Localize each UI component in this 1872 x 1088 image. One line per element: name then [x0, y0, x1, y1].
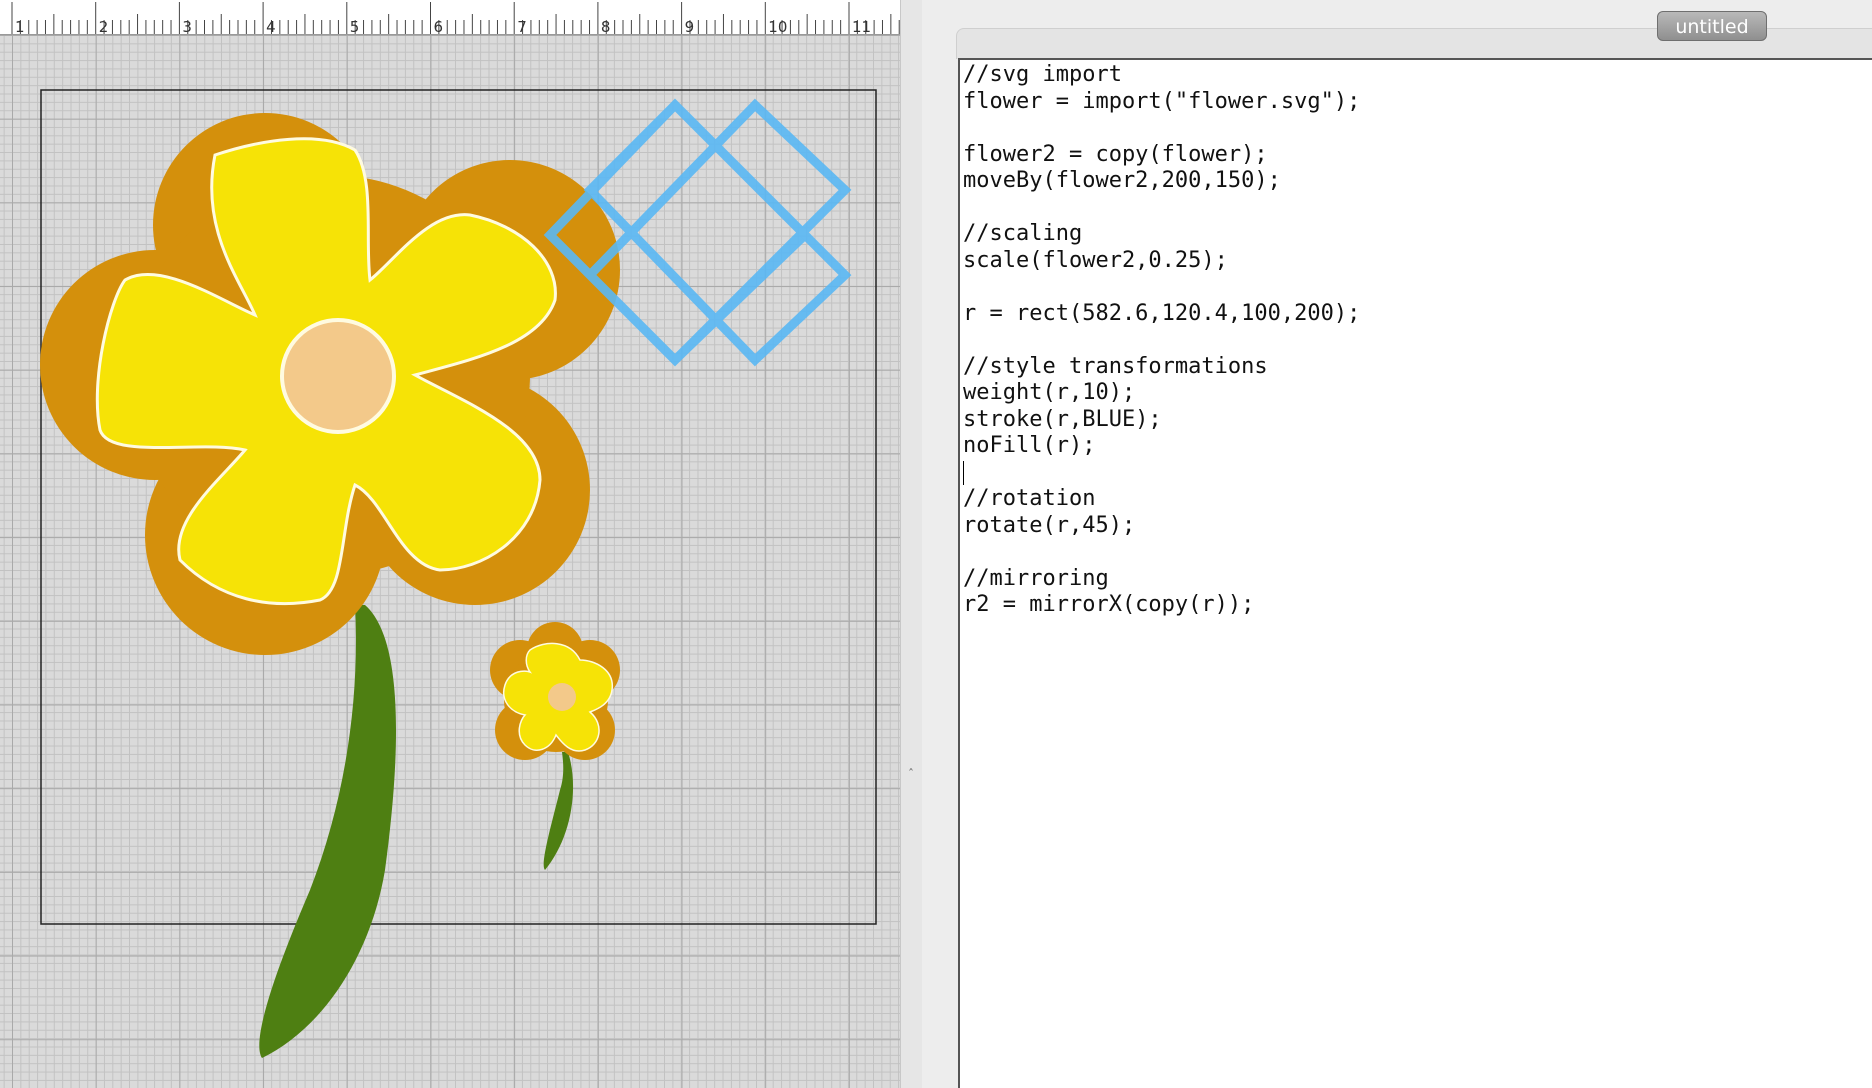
- ruler-label: 9: [685, 18, 695, 34]
- code-line[interactable]: //scaling: [963, 221, 1872, 248]
- ruler-label: 5: [350, 18, 360, 34]
- flower[interactable]: [40, 113, 620, 655]
- code-line[interactable]: [963, 274, 1872, 301]
- flower2-center: [548, 683, 576, 711]
- code-line[interactable]: rotate(r,45);: [963, 513, 1872, 540]
- rect-r2-mirror[interactable]: [583, 98, 852, 367]
- flower-stem[interactable]: [259, 605, 397, 1058]
- code-line[interactable]: flower2 = copy(flower);: [963, 142, 1872, 169]
- code-line[interactable]: noFill(r);: [963, 433, 1872, 460]
- code-line[interactable]: [963, 327, 1872, 354]
- artwork[interactable]: [0, 35, 900, 1088]
- code-line[interactable]: stroke(r,BLUE);: [963, 407, 1872, 434]
- code-line[interactable]: weight(r,10);: [963, 380, 1872, 407]
- code-line[interactable]: moveBy(flower2,200,150);: [963, 168, 1872, 195]
- split-divider[interactable]: ˆ ˆ: [900, 0, 935, 1088]
- code-line[interactable]: //style transformations: [963, 354, 1872, 381]
- collapse-left-handle-icon[interactable]: ˆ: [908, 768, 916, 780]
- canvas-pane[interactable]: 1 2 3 4 5 6 7 8 9 10 11: [0, 0, 900, 1088]
- ruler-label: 8: [601, 18, 611, 34]
- flower2-stem[interactable]: [543, 752, 574, 870]
- ruler-ticks: 1 2 3 4 5 6 7 8 9 10 11: [11, 2, 900, 34]
- code-line[interactable]: r2 = mirrorX(copy(r));: [963, 592, 1872, 619]
- code-line[interactable]: [963, 460, 1872, 487]
- editor-pane: untitled //svg import flower = import("fl…: [922, 0, 1872, 1088]
- code-line[interactable]: //mirroring: [963, 566, 1872, 593]
- code-line[interactable]: //rotation: [963, 486, 1872, 513]
- code-line[interactable]: //svg import: [963, 62, 1872, 89]
- code-line[interactable]: [963, 115, 1872, 142]
- ruler-label: 6: [434, 18, 444, 34]
- code-lines[interactable]: //svg import flower = import("flower.svg"…: [963, 62, 1872, 619]
- ruler-label: 7: [517, 18, 527, 34]
- horizontal-ruler: 1 2 3 4 5 6 7 8 9 10 11: [0, 0, 900, 35]
- code-line[interactable]: [963, 539, 1872, 566]
- ruler-label: 1: [15, 18, 25, 34]
- ruler-label: 2: [99, 18, 109, 34]
- code-line[interactable]: scale(flower2,0.25);: [963, 248, 1872, 275]
- code-line[interactable]: [963, 195, 1872, 222]
- ruler-label: 11: [852, 18, 871, 34]
- flower-center: [280, 318, 396, 434]
- flower2[interactable]: [490, 622, 620, 760]
- code-line[interactable]: r = rect(582.6,120.4,100,200);: [963, 301, 1872, 328]
- ruler-label: 3: [182, 18, 192, 34]
- document-tab[interactable]: untitled: [1657, 11, 1767, 41]
- ruler-label: 4: [266, 18, 276, 34]
- code-editor[interactable]: //svg import flower = import("flower.svg"…: [958, 58, 1872, 1088]
- code-line[interactable]: flower = import("flower.svg");: [963, 89, 1872, 116]
- ruler-label: 10: [768, 18, 787, 34]
- drawing-canvas[interactable]: [0, 35, 900, 1088]
